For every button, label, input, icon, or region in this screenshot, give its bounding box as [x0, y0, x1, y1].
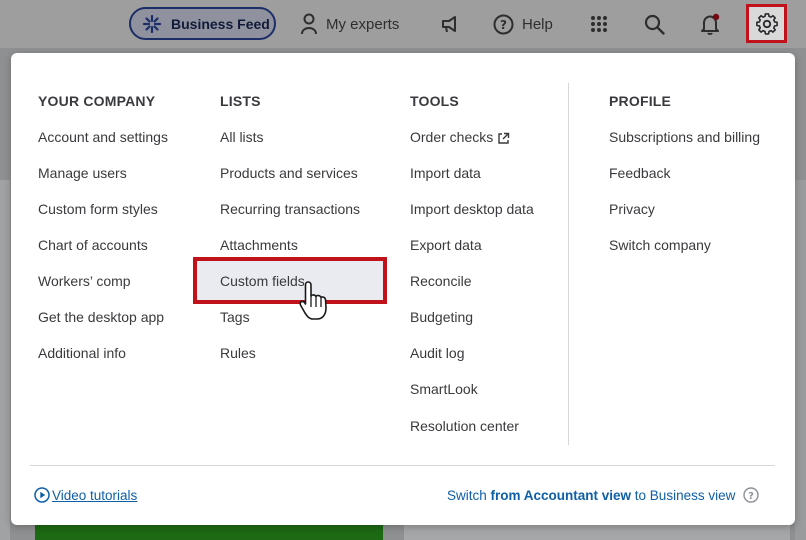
background-green-card	[35, 524, 383, 540]
menu-item-tags[interactable]: Tags	[220, 299, 360, 335]
question-circle-icon[interactable]: ?	[743, 487, 760, 503]
menu-item-export-data[interactable]: Export data	[410, 227, 534, 263]
megaphone-icon	[442, 16, 456, 33]
top-navigation-bar: Business Feed My experts ? Help	[0, 0, 806, 48]
hand-cursor-icon	[299, 281, 327, 320]
tools-column: TOOLS Order checks Import data Import de…	[410, 93, 534, 444]
menu-item-subscriptions-and-billing[interactable]: Subscriptions and billing	[609, 119, 760, 155]
tools-heading: TOOLS	[410, 93, 459, 109]
menu-item-privacy[interactable]: Privacy	[609, 191, 760, 227]
settings-gear-button[interactable]	[746, 4, 787, 43]
my-experts-button[interactable]: My experts	[300, 10, 399, 38]
switch-view-link[interactable]: Switch from Accountant view to Business …	[447, 487, 760, 503]
help-label: Help	[522, 15, 553, 33]
footer-divider	[30, 465, 775, 466]
menu-item-switch-company[interactable]: Switch company	[609, 227, 760, 263]
order-checks-label: Order checks	[410, 129, 494, 145]
menu-item-get-desktop-app[interactable]: Get the desktop app	[38, 299, 168, 335]
gear-icon	[755, 12, 778, 35]
menu-item-all-lists[interactable]: All lists	[220, 119, 360, 155]
switch-prefix-text: Switch	[447, 487, 491, 503]
profile-column: PROFILE Subscriptions and billing Feedba…	[609, 93, 760, 263]
settings-menu-panel: YOUR COMPANY Account and settings Manage…	[11, 53, 795, 525]
bell-icon	[701, 13, 720, 35]
business-feed-button[interactable]: Business Feed	[129, 7, 276, 40]
menu-item-resolution-center[interactable]: Resolution center	[410, 408, 534, 444]
play-circle-icon	[34, 487, 50, 503]
announcements-button[interactable]	[440, 10, 460, 38]
menu-item-import-data[interactable]: Import data	[410, 155, 534, 191]
search-button[interactable]	[644, 10, 665, 38]
menu-item-custom-form-styles[interactable]: Custom form styles	[38, 191, 168, 227]
sparkle-icon	[143, 14, 161, 33]
column-divider	[568, 83, 569, 445]
help-circle-icon: ?	[493, 14, 514, 34]
menu-item-feedback[interactable]: Feedback	[609, 155, 760, 191]
lists-heading: LISTS	[220, 93, 261, 109]
background-card-left	[0, 180, 10, 540]
svg-text:?: ?	[500, 18, 507, 32]
switch-bold-text: from Accountant view	[490, 487, 632, 503]
switch-suffix-text: to Business view	[631, 487, 736, 503]
help-button[interactable]: ? Help	[493, 10, 553, 38]
menu-item-account-and-settings[interactable]: Account and settings	[38, 119, 168, 155]
menu-item-audit-log[interactable]: Audit log	[410, 335, 534, 371]
business-feed-label: Business Feed	[171, 15, 270, 32]
menu-item-attachments[interactable]: Attachments	[220, 227, 360, 263]
apps-grid-icon	[591, 16, 607, 32]
menu-item-recurring-transactions[interactable]: Recurring transactions	[220, 191, 360, 227]
menu-item-custom-fields[interactable]: Custom fields	[220, 263, 360, 299]
menu-item-rules[interactable]: Rules	[220, 335, 360, 371]
menu-item-manage-users[interactable]: Manage users	[38, 155, 168, 191]
background-card-right-edge	[795, 180, 806, 540]
video-tutorials-label: Video tutorials	[52, 487, 138, 503]
menu-item-import-desktop-data[interactable]: Import desktop data	[410, 191, 534, 227]
menu-item-chart-of-accounts[interactable]: Chart of accounts	[38, 227, 168, 263]
apps-button[interactable]	[590, 10, 608, 38]
svg-text:?: ?	[748, 491, 754, 502]
person-icon	[301, 13, 317, 35]
notifications-button[interactable]	[700, 10, 722, 38]
menu-item-reconcile[interactable]: Reconcile	[410, 263, 534, 299]
external-link-icon	[498, 132, 510, 144]
profile-heading: PROFILE	[609, 93, 672, 109]
my-experts-label: My experts	[326, 15, 400, 33]
menu-item-smartlook[interactable]: SmartLook	[410, 371, 534, 408]
your-company-column: YOUR COMPANY Account and settings Manage…	[38, 93, 168, 371]
menu-item-budgeting[interactable]: Budgeting	[410, 299, 534, 335]
search-icon	[644, 14, 665, 35]
menu-item-workers-comp[interactable]: Workers’ comp	[38, 263, 168, 299]
menu-item-order-checks[interactable]: Order checks	[410, 119, 534, 155]
video-tutorials-link[interactable]: Video tutorials	[34, 487, 137, 503]
your-company-heading: YOUR COMPANY	[38, 93, 156, 109]
lists-column: LISTS All lists Products and services Re…	[220, 93, 360, 371]
menu-item-products-and-services[interactable]: Products and services	[220, 155, 360, 191]
menu-item-additional-info[interactable]: Additional info	[38, 335, 168, 371]
